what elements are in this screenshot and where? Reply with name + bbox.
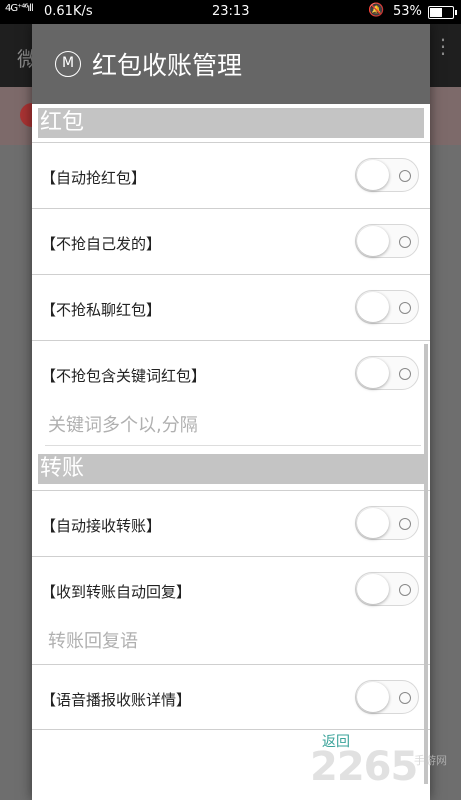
setting-row-auto-receive[interactable]: 【自动接收转账】: [32, 490, 430, 556]
dialog-content: 红包 【自动抢红包】 【不抢自己发的】 【不抢私聊红包】 【不抢包含关键词红包】…: [32, 104, 430, 800]
dialog-title: 红包收账管理: [92, 51, 243, 80]
watermark-sub: 手游网: [414, 754, 447, 767]
not-keyword-toggle[interactable]: [355, 356, 419, 390]
toggle-knob: [357, 508, 389, 538]
auto-reply-toggle[interactable]: [355, 572, 419, 606]
setting-label: 【不抢私聊红包】: [41, 301, 162, 319]
status-bar: 4G⁺⁴⁶ıll 0.61K/s 23:13 🔕 53%: [0, 0, 461, 24]
mute-bell-icon: 🔕: [368, 3, 385, 18]
off-indicator-icon: [399, 692, 411, 704]
toggle-knob: [357, 682, 389, 712]
not-private-toggle[interactable]: [355, 290, 419, 324]
toggle-knob: [357, 574, 389, 604]
overflow-menu-icon: ⋮: [433, 34, 453, 58]
off-indicator-icon: [399, 170, 411, 182]
setting-row-voice-report[interactable]: 【语音播报收账详情】: [32, 664, 430, 730]
voice-report-toggle[interactable]: [355, 680, 419, 714]
toggle-knob: [357, 160, 389, 190]
dialog-header: M 红包收账管理: [32, 24, 430, 104]
setting-label: 【自动接收转账】: [41, 517, 162, 535]
net-speed: 0.61K/s: [44, 4, 93, 19]
clock: 23:13: [212, 4, 250, 19]
off-indicator-icon: [399, 302, 411, 314]
battery-percent: 53%: [393, 4, 422, 19]
battery-fill: [430, 8, 442, 17]
setting-row-auto-reply[interactable]: 【收到转账自动回复】 转账回复语: [32, 556, 430, 664]
setting-label: 【语音播报收账详情】: [41, 691, 192, 709]
back-button[interactable]: 返回: [322, 731, 350, 751]
off-indicator-icon: [399, 584, 411, 596]
m-circle-icon: M: [55, 51, 81, 77]
reply-input[interactable]: 转账回复语: [45, 622, 421, 662]
section-header-zhuanzhang: 转账: [38, 450, 424, 484]
auto-grab-toggle[interactable]: [355, 158, 419, 192]
setting-row-not-keyword[interactable]: 【不抢包含关键词红包】 关键词多个以,分隔: [32, 340, 430, 448]
setting-label: 【收到转账自动回复】: [41, 583, 192, 601]
toggle-knob: [357, 358, 389, 388]
auto-receive-toggle[interactable]: [355, 506, 419, 540]
section-header-hongbao: 红包: [38, 104, 424, 138]
off-indicator-icon: [399, 368, 411, 380]
setting-row-not-self[interactable]: 【不抢自己发的】: [32, 208, 430, 274]
toggle-knob: [357, 292, 389, 322]
signal-indicator: 4G⁺⁴⁶ıll: [5, 3, 34, 14]
battery-icon: [428, 6, 457, 19]
settings-dialog: M 红包收账管理 红包 【自动抢红包】 【不抢自己发的】 【不抢私聊红包】 【不…: [32, 24, 430, 800]
setting-label: 【自动抢红包】: [41, 169, 147, 187]
setting-label: 【不抢自己发的】: [41, 235, 162, 253]
off-indicator-icon: [399, 518, 411, 530]
setting-row-auto-grab[interactable]: 【自动抢红包】: [32, 142, 430, 208]
scrollbar[interactable]: [424, 344, 428, 784]
not-self-toggle[interactable]: [355, 224, 419, 258]
setting-label: 【不抢包含关键词红包】: [41, 367, 207, 385]
setting-row-not-private[interactable]: 【不抢私聊红包】: [32, 274, 430, 340]
toggle-knob: [357, 226, 389, 256]
keyword-input[interactable]: 关键词多个以,分隔: [45, 406, 421, 446]
off-indicator-icon: [399, 236, 411, 248]
